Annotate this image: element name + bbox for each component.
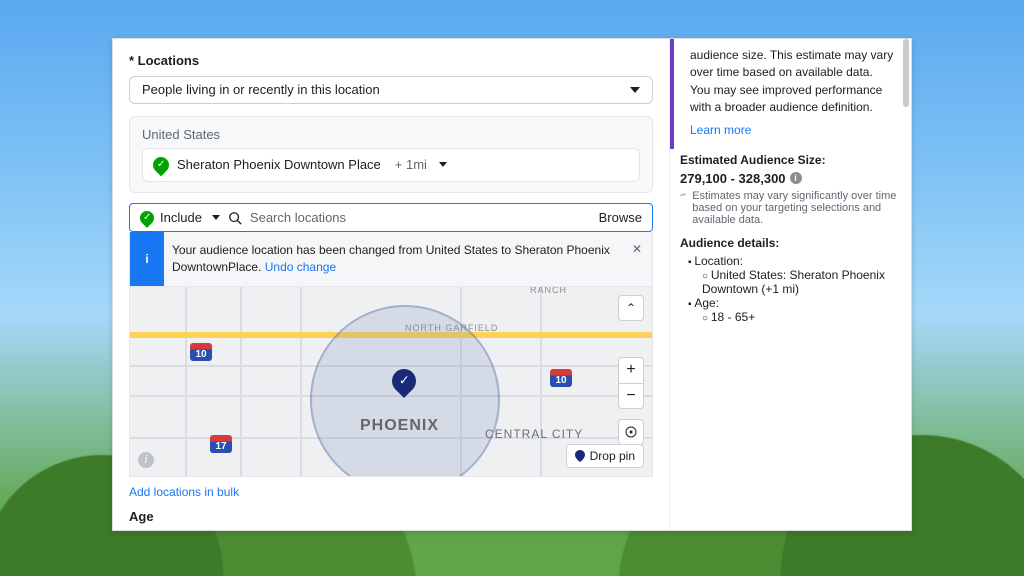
pin-icon bbox=[575, 450, 585, 462]
estimated-size-value: 279,100 - 328,300 i bbox=[680, 171, 901, 186]
interstate-shield-icon: 10 bbox=[190, 343, 212, 361]
drop-pin-button[interactable]: Drop pin bbox=[566, 444, 644, 468]
info-icon[interactable]: i bbox=[790, 172, 802, 184]
chevron-down-icon[interactable] bbox=[439, 162, 447, 167]
location-radius: + 1mi bbox=[395, 157, 427, 172]
map-label-ranch: RANCH bbox=[530, 287, 567, 295]
search-input[interactable]: Search locations bbox=[250, 210, 591, 225]
location-chip[interactable]: ✓ Sheraton Phoenix Downtown Place + 1mi bbox=[142, 148, 640, 182]
map-zoom-control: + − bbox=[618, 357, 644, 409]
side-column: audience size. This estimate may vary ov… bbox=[669, 39, 911, 530]
location-type-value: People living in or recently in this loc… bbox=[142, 82, 380, 97]
map-info-icon[interactable]: i bbox=[138, 452, 154, 468]
browse-button[interactable]: Browse bbox=[599, 210, 642, 225]
estimated-size-heading: Estimated Audience Size: bbox=[680, 153, 901, 167]
main-column: Locations People living in or recently i… bbox=[113, 39, 669, 530]
audience-details-heading: Audience details: bbox=[680, 236, 901, 250]
selected-locations-card: United States ✓ Sheraton Phoenix Downtow… bbox=[129, 116, 653, 193]
age-heading: Age bbox=[129, 509, 653, 530]
pin-icon: ✓ bbox=[137, 208, 157, 228]
locations-heading: Locations bbox=[129, 53, 653, 68]
tip-accent bbox=[670, 39, 674, 149]
location-type-select[interactable]: People living in or recently in this loc… bbox=[129, 76, 653, 104]
list-item: Location: United States: Sheraton Phoeni… bbox=[688, 254, 901, 296]
tip-box: audience size. This estimate may vary ov… bbox=[680, 39, 901, 147]
country-label: United States bbox=[142, 127, 640, 142]
list-item: 18 - 65+ bbox=[702, 310, 901, 324]
interstate-shield-icon: 17 bbox=[210, 435, 232, 453]
list-item: Age: 18 - 65+ bbox=[688, 296, 901, 324]
location-search-row: ✓ Include Search locations Browse bbox=[129, 203, 653, 232]
info-icon: i bbox=[130, 232, 164, 286]
location-change-notice: i Your audience location has been change… bbox=[129, 232, 653, 287]
add-locations-bulk-link[interactable]: Add locations in bulk bbox=[129, 485, 653, 499]
pin-icon: ✓ bbox=[150, 154, 173, 177]
notice-text: Your audience location has been changed … bbox=[164, 232, 632, 286]
location-name: Sheraton Phoenix Downtown Place bbox=[177, 157, 381, 172]
caret-down-icon bbox=[630, 87, 640, 93]
map[interactable]: ✓ PHOENIX CENTRAL CITY NORTH GARFIELD RA… bbox=[129, 287, 653, 477]
interstate-shield-icon: 10 bbox=[550, 369, 572, 387]
trend-icon bbox=[680, 190, 686, 200]
include-label: Include bbox=[160, 210, 202, 225]
scrollbar[interactable] bbox=[903, 39, 909, 107]
zoom-out-button[interactable]: − bbox=[619, 384, 643, 409]
undo-change-link[interactable]: Undo change bbox=[265, 260, 336, 274]
audience-details-list: Location: United States: Sheraton Phoeni… bbox=[680, 254, 901, 324]
ad-targeting-panel: Locations People living in or recently i… bbox=[112, 38, 912, 531]
learn-more-link[interactable]: Learn more bbox=[690, 123, 751, 137]
map-expand-button[interactable]: ⌃ bbox=[618, 295, 644, 321]
zoom-in-button[interactable]: + bbox=[619, 358, 643, 384]
include-dropdown[interactable]: ✓ Include bbox=[140, 210, 220, 225]
map-label-garfield: NORTH GARFIELD bbox=[405, 323, 498, 333]
target-icon bbox=[624, 425, 638, 439]
list-item: United States: Sheraton Phoenix Downtown… bbox=[702, 268, 901, 296]
chevron-down-icon bbox=[212, 215, 220, 220]
map-locate-button[interactable] bbox=[618, 419, 644, 445]
map-label-central: CENTRAL CITY bbox=[485, 427, 583, 441]
estimate-note: Estimates may vary significantly over ti… bbox=[680, 190, 901, 226]
search-icon bbox=[228, 211, 242, 225]
map-label-phoenix: PHOENIX bbox=[360, 417, 439, 435]
tip-text: audience size. This estimate may vary ov… bbox=[690, 47, 895, 117]
close-icon[interactable]: ✕ bbox=[632, 232, 652, 256]
